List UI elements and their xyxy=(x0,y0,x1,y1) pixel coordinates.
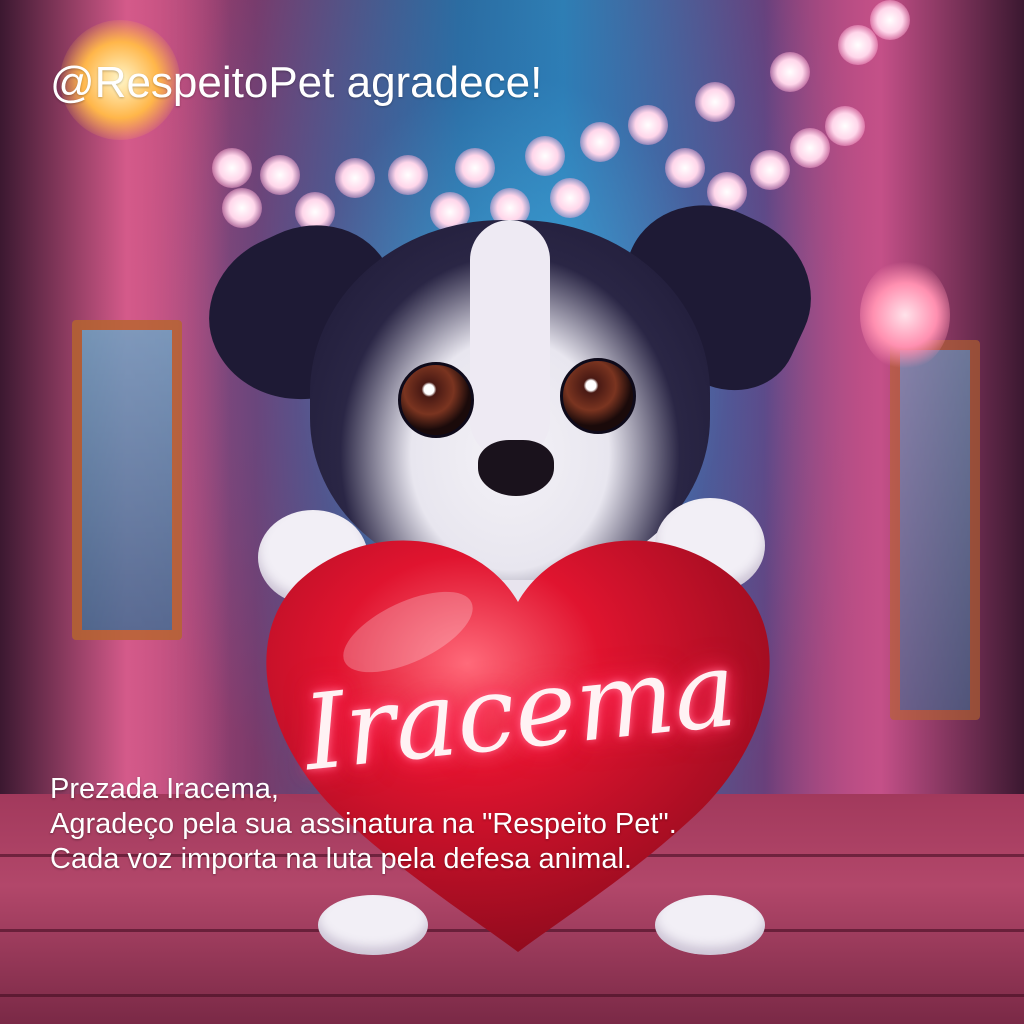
face-blaze xyxy=(470,220,550,460)
message-line-1: Agradeço pela sua assinatura na "Respeit… xyxy=(50,808,677,840)
wall-lamp-right xyxy=(860,260,950,370)
nose xyxy=(478,440,554,496)
right-eye xyxy=(560,358,636,434)
message-block: Prezada Iracema, Agradeço pela sua assin… xyxy=(50,772,677,877)
left-doorway xyxy=(72,320,182,640)
right-doorway xyxy=(890,340,980,720)
message-greeting: Prezada Iracema, xyxy=(50,773,279,805)
background-scene: Iracema @RespeitoPet agradece! Prezada I… xyxy=(0,0,1024,1024)
left-eye xyxy=(398,362,474,438)
headline: @RespeitoPet agradece! xyxy=(50,58,543,107)
message-line-2: Cada voz importa na luta pela defesa ani… xyxy=(50,843,632,875)
